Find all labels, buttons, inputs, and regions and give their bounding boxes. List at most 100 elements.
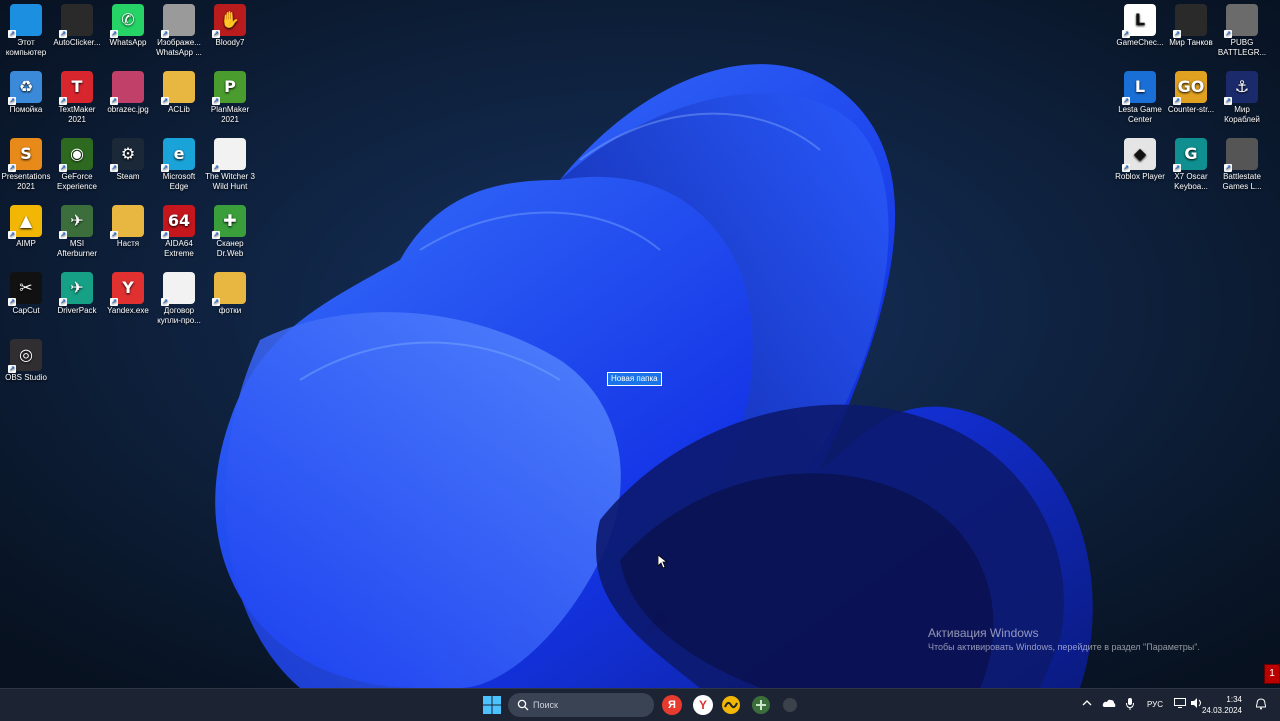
shortcut-arrow-icon: ↗ [8, 97, 16, 105]
desktop-shortcut[interactable]: ↗ ACLib [153, 67, 205, 115]
roblox-icon: ◆ ↗ [1122, 138, 1156, 172]
activation-title: Активация Windows [928, 626, 1039, 640]
shortcut-arrow-icon: ↗ [110, 231, 118, 239]
aimp-icon: ▲ ↗ [8, 205, 42, 239]
desktop-shortcut[interactable]: ◎ ↗ OBS Studio [0, 335, 52, 383]
desktop-shortcut-label: Microsoft Edge [162, 172, 196, 191]
desktop-shortcut[interactable]: ▲ ↗ AIMP [0, 201, 52, 249]
desktop-shortcut-label: GameChec... [1116, 38, 1164, 47]
desktop-shortcut[interactable]: ↗ Договор купли-про... [153, 268, 205, 326]
desktop-shortcut[interactable]: ↗ фотки [204, 268, 256, 316]
aimp-icon[interactable] [721, 695, 741, 715]
aida64-icon: 64 ↗ [161, 205, 195, 239]
desktop-shortcut[interactable]: ⚙ ↗ Steam [102, 134, 154, 182]
shortcut-arrow-icon: ↗ [59, 30, 67, 38]
desktop-shortcut[interactable]: GO ↗ Counter-str... [1165, 67, 1217, 115]
desktop-shortcut-label: Договор купли-про... [157, 306, 201, 325]
image-file-icon: ↗ [161, 4, 195, 38]
gamecheck-icon: L ↗ [1122, 4, 1156, 38]
capcut-icon: ✂ ↗ [8, 272, 42, 306]
desktop-shortcut[interactable]: ✈ ↗ DriverPack [51, 268, 103, 316]
onedrive-icon[interactable] [1102, 698, 1116, 710]
desktop-shortcut[interactable]: Y ↗ Yandex.exe [102, 268, 154, 316]
desktop-shortcut[interactable]: ✂ ↗ CapCut [0, 268, 52, 316]
desktop-shortcut[interactable]: ↗ Изображе... WhatsApp ... [153, 0, 205, 58]
document-icon: ↗ [161, 272, 195, 306]
folder-icon: ↗ [161, 71, 195, 105]
shortcut-arrow-icon: ↗ [1173, 97, 1181, 105]
shortcut-arrow-icon: ↗ [8, 365, 16, 373]
desktop-shortcut[interactable]: ◆ ↗ Roblox Player [1114, 134, 1166, 182]
app-icon[interactable] [780, 695, 800, 715]
afterburner-icon[interactable] [751, 695, 771, 715]
bloody-icon: ✋ ↗ [212, 4, 246, 38]
shortcut-arrow-icon: ↗ [110, 164, 118, 172]
clock[interactable]: 1:34 24.03.2024 [1202, 694, 1242, 716]
desktop-shortcut[interactable]: ✈ ↗ MSI Afterburner [51, 201, 103, 259]
recycle-bin-icon: ♻ ↗ [8, 71, 42, 105]
desktop-shortcut[interactable]: T ↗ TextMaker 2021 [51, 67, 103, 125]
planmaker-icon: P ↗ [212, 71, 246, 105]
shortcut-arrow-icon: ↗ [1173, 164, 1181, 172]
shortcut-arrow-icon: ↗ [1224, 164, 1232, 172]
desktop-shortcut[interactable]: ✋ ↗ Bloody7 [204, 0, 256, 48]
desktop-shortcut[interactable]: ♻ ↗ Помойка [0, 67, 52, 115]
desktop-shortcut[interactable]: ↗ The Witcher 3 Wild Hunt [204, 134, 256, 192]
microphone-icon[interactable] [1126, 698, 1134, 712]
desktop-shortcut[interactable]: ↗ Настя [102, 201, 154, 249]
keyboard-icon: G ↗ [1173, 138, 1207, 172]
shortcut-arrow-icon: ↗ [161, 231, 169, 239]
geforce-icon: ◉ ↗ [59, 138, 93, 172]
new-folder-rename-label[interactable]: Новая папка [607, 372, 662, 386]
clock-time: 1:34 [1226, 695, 1242, 704]
desktop-shortcut[interactable]: L ↗ GameChec... [1114, 0, 1166, 48]
app-badge-icon[interactable]: 1 [1264, 664, 1280, 684]
yandex-browser-icon[interactable]: Я [662, 695, 682, 715]
shortcut-arrow-icon: ↗ [8, 298, 16, 306]
desktop-shortcut-label: AIMP [16, 239, 36, 248]
desktop-shortcut-label: DriverPack [57, 306, 97, 315]
desktop-shortcut-label: Настя [116, 239, 140, 248]
desktop-shortcut[interactable]: S ↗ Presentations 2021 [0, 134, 52, 192]
shortcut-arrow-icon: ↗ [8, 164, 16, 172]
desktop-shortcut-label: PlanMaker 2021 [210, 105, 250, 124]
desktop-shortcut[interactable]: L ↗ Lesta Game Center [1114, 67, 1166, 125]
desktop-shortcut[interactable]: P ↗ PlanMaker 2021 [204, 67, 256, 125]
chevron-up-icon[interactable] [1082, 698, 1092, 710]
start-icon[interactable] [482, 695, 502, 715]
desktop-shortcut-label: AutoClicker... [53, 38, 101, 47]
desktop-shortcut[interactable]: G ↗ X7 Oscar Keyboa... [1165, 134, 1217, 192]
desktop-shortcut[interactable]: e ↗ Microsoft Edge [153, 134, 205, 192]
shortcut-arrow-icon: ↗ [161, 164, 169, 172]
search-placeholder: Поиск [533, 700, 558, 710]
windows-activation-watermark: Активация Windows Чтобы активировать Win… [928, 626, 1200, 652]
shortcut-arrow-icon: ↗ [8, 30, 16, 38]
desktop-shortcut[interactable]: ↗ obrazec.jpg [102, 67, 154, 115]
notification-bell-icon[interactable] [1255, 698, 1267, 712]
shortcut-arrow-icon: ↗ [110, 97, 118, 105]
language-indicator[interactable]: РУС [1147, 700, 1163, 709]
afterburner-icon: ✈ ↗ [59, 205, 93, 239]
desktop-shortcut[interactable]: ✚ ↗ Сканер Dr.Web [204, 201, 256, 259]
desktop-shortcut[interactable]: ↗ PUBG BATTLEGR... [1216, 0, 1268, 58]
desktop-shortcut[interactable]: ↗ Мир Танков [1165, 0, 1217, 48]
desktop-shortcut-label: TextMaker 2021 [58, 105, 96, 124]
shortcut-arrow-icon: ↗ [1173, 30, 1181, 38]
desktop-shortcut[interactable]: ✆ ↗ WhatsApp [102, 0, 154, 48]
desktop-shortcut[interactable]: ↗ AutoClicker... [51, 0, 103, 48]
network-icon[interactable] [1174, 698, 1186, 710]
desktop-shortcut-label: Counter-str... [1167, 105, 1215, 114]
search-input[interactable]: Поиск [508, 693, 654, 717]
pubg-icon: ↗ [1224, 4, 1258, 38]
desktop-shortcut-label: CapCut [12, 306, 40, 315]
activation-subtitle: Чтобы активировать Windows, перейдите в … [928, 642, 1200, 652]
yandex-icon[interactable]: Y [693, 695, 713, 715]
desktop-shortcut[interactable]: ◉ ↗ GeForce Experience [51, 134, 103, 192]
desktop-shortcut[interactable]: ↗ Battlestate Games L... [1216, 134, 1268, 192]
driverpack-icon: ✈ ↗ [59, 272, 93, 306]
desktop-shortcut-label: WhatsApp [109, 38, 147, 47]
desktop-shortcut[interactable]: 64 ↗ AIDA64 Extreme [153, 201, 205, 259]
desktop-shortcut[interactable]: ↗ Этот компьютер [0, 0, 52, 58]
desktop-shortcut[interactable]: ⚓ ↗ Мир Кораблей [1216, 67, 1268, 125]
steam-icon: ⚙ ↗ [110, 138, 144, 172]
